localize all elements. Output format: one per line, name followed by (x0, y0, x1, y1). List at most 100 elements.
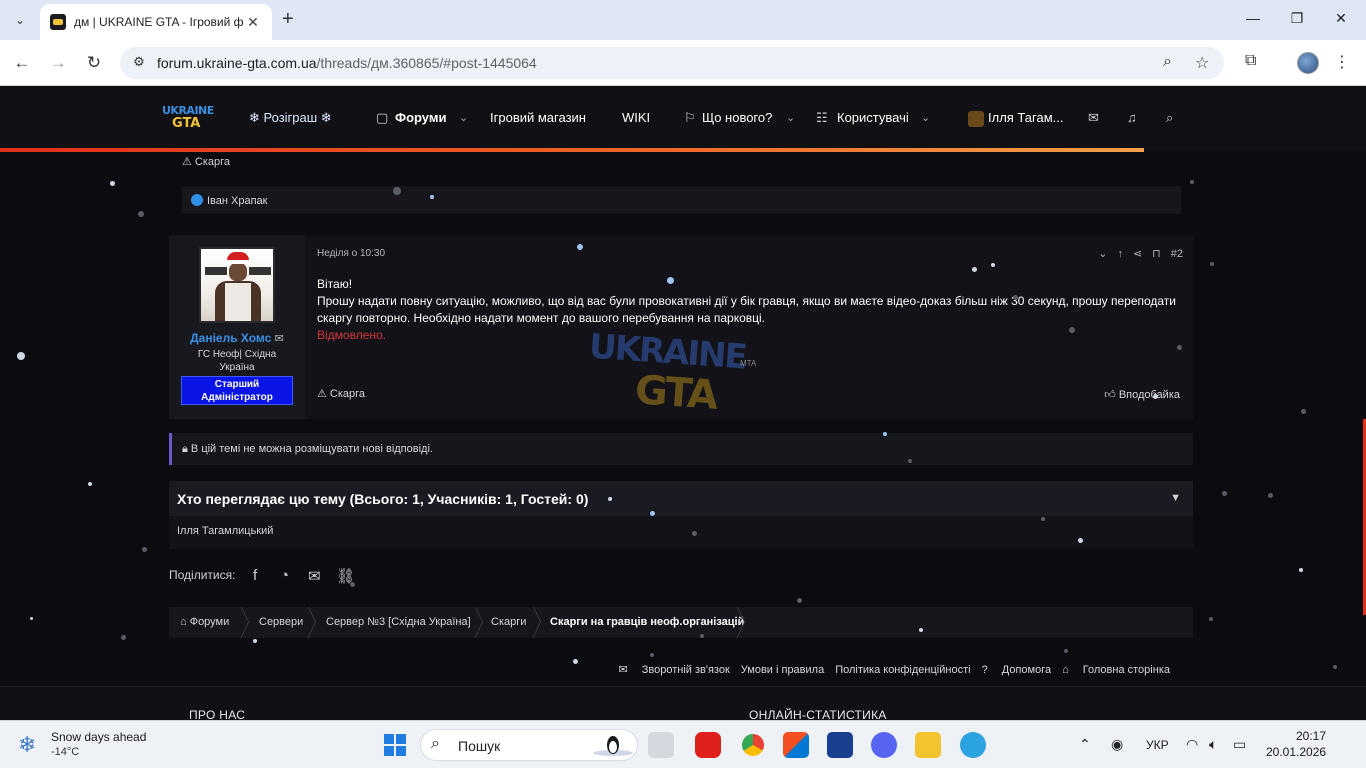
forward-arrow-icon[interactable]: → (47, 52, 69, 74)
site-info-icon[interactable]: ⚙ (130, 54, 148, 72)
breadcrumb-item-complaints[interactable]: Скарги (491, 616, 526, 628)
language-indicator[interactable]: УКР (1146, 738, 1169, 752)
snowflake (30, 617, 33, 620)
whats-new-chevron-down-icon[interactable]: ⌄ (786, 111, 795, 124)
terms-link[interactable]: Умови і правила (741, 664, 824, 676)
reaction-user[interactable]: Іван Храпак (207, 195, 267, 207)
search-icon[interactable]: ⌕ (1166, 110, 1173, 126)
help-link[interactable]: ? Допомога (982, 664, 1052, 676)
snowflake (1041, 517, 1045, 521)
alerts-bell-icon[interactable]: ♫ (1127, 110, 1137, 125)
battery-icon[interactable]: ▭ (1233, 736, 1246, 753)
clock-time[interactable]: 20:17 (1296, 729, 1326, 743)
locked-text: В цій темі не можна розміщувати нові від… (190, 443, 433, 455)
volume-icon[interactable]: 🔈︎ (1209, 736, 1217, 753)
zoom-icon[interactable]: ⌕ (1163, 53, 1172, 71)
menu-kebab-icon[interactable]: ⋮ (1334, 52, 1350, 72)
snowflake-weather-icon[interactable]: ❄ (18, 732, 36, 758)
feedback-label: Зворотній зв'язок (641, 664, 730, 676)
bookmark-star-icon[interactable]: ☆ (1195, 53, 1209, 73)
browser-tab[interactable]: дм | UKRAINE GTA - Ігровий фо ✕ (40, 4, 272, 40)
tab-search-chevron-icon[interactable]: ⌄ (8, 8, 32, 32)
taskbar-search[interactable]: ⌕ Пошук (420, 729, 638, 761)
os-taskbar: ❄ Snow days ahead -14°C ⌕ Пошук ⌃ ◉ УКР … (0, 720, 1366, 768)
app-deer-icon[interactable] (827, 732, 853, 758)
chrome-icon[interactable] (740, 732, 766, 758)
discord-icon[interactable] (871, 732, 897, 758)
snowflake (1209, 617, 1213, 621)
post-report-link[interactable]: ⚠ Скарга (317, 387, 365, 400)
nav-users[interactable]: Користувачі (837, 110, 909, 125)
youtube-icon[interactable] (695, 732, 721, 758)
tray-chevron-up-icon[interactable]: ⌃ (1079, 736, 1091, 753)
avatar[interactable] (199, 247, 275, 323)
tray-app-icon[interactable]: ◉ (1111, 736, 1123, 753)
users-chevron-down-icon[interactable]: ⌄ (921, 111, 930, 124)
message-envelope-icon[interactable]: ✉ (275, 333, 284, 345)
new-tab-plus-icon[interactable]: + (282, 9, 294, 29)
inbox-envelope-icon[interactable]: ✉ (1088, 110, 1099, 126)
close-tab-icon[interactable]: ✕ (244, 14, 262, 31)
task-view-icon[interactable] (648, 732, 674, 758)
share-icon[interactable]: ⋖ (1133, 248, 1142, 260)
nav-shop[interactable]: Ігровий магазин (490, 110, 586, 125)
viewer-name[interactable]: Ілля Тагамлицький (177, 525, 273, 537)
nav-wiki[interactable]: WIKI (622, 110, 650, 125)
file-explorer-icon[interactable] (915, 732, 941, 758)
weather-temperature[interactable]: -14°C (51, 746, 79, 758)
snowflake (692, 531, 697, 536)
avatar-plate-right (249, 267, 271, 275)
forums-chevron-down-icon[interactable]: ⌄ (459, 111, 468, 124)
facebook-icon[interactable]: f (253, 567, 257, 584)
privacy-link[interactable]: Політика конфіденційності (835, 664, 970, 676)
back-arrow-icon[interactable]: ← (11, 52, 33, 74)
reload-icon[interactable]: ↻ (83, 52, 105, 74)
collapse-caret-icon[interactable]: ▼ (1170, 492, 1181, 504)
minimize-icon[interactable]: — (1243, 10, 1263, 26)
home-link[interactable]: ⌂ Головна сторінка (1062, 664, 1170, 676)
post-number[interactable]: #2 (1171, 248, 1183, 260)
weather-title[interactable]: Snow days ahead (51, 730, 146, 744)
reaction-dropdown-icon[interactable]: ⌄ (1098, 248, 1107, 260)
nav-current-user[interactable]: Ілля Тагам... (988, 110, 1063, 125)
breadcrumb-item-forums[interactable]: ⌂ Форуми (180, 616, 229, 628)
window-close-icon[interactable]: ✕ (1331, 10, 1351, 27)
nav-giveaway[interactable]: ❄ Розіграш ❄ (249, 110, 332, 126)
prev-post-report-link[interactable]: ⚠ Скарга (182, 155, 230, 175)
extensions-puzzle-icon[interactable]: ⧉ (1245, 52, 1256, 70)
whatsapp-icon[interactable]: ◔ (280, 567, 289, 584)
snowflake (667, 277, 674, 284)
email-share-icon[interactable]: ✉ (308, 567, 321, 585)
upvote-arrow-icon[interactable]: ↑ (1117, 248, 1123, 260)
nav-whats-new[interactable]: Що нового? (702, 110, 772, 125)
snowflake (650, 653, 654, 657)
breadcrumb: ⌂ Форуми Сервери Сервер №3 [Східна Украї… (169, 607, 1193, 638)
profile-avatar[interactable] (1297, 52, 1319, 74)
snowflake (972, 267, 977, 272)
site-logo[interactable]: UKRAINE GTA (162, 104, 214, 134)
share-label: Поділитися: (169, 568, 236, 582)
restore-icon[interactable]: ❐ (1287, 10, 1307, 27)
url-text[interactable]: forum.ukraine-gta.com.ua/threads/дм.3608… (157, 55, 537, 71)
post-user-cell: Даніель Хомс ✉ ГС Неоф| Східна Україна С… (169, 235, 305, 419)
microsoft-store-icon[interactable] (783, 732, 809, 758)
current-user-avatar[interactable] (968, 111, 984, 127)
breadcrumb-item-servers[interactable]: Сервери (259, 616, 303, 628)
feedback-link[interactable]: ✉ Зворотній зв'язок (618, 664, 729, 676)
address-bar[interactable]: ⚙ forum.ukraine-gta.com.ua/threads/дм.36… (120, 47, 1224, 79)
telegram-icon[interactable] (960, 732, 986, 758)
snowflake (142, 547, 147, 552)
url-host: forum.ukraine-gta.com.ua (157, 55, 317, 71)
snowflake (138, 211, 144, 217)
bookmark-icon[interactable]: ⊓ (1152, 248, 1161, 260)
wifi-icon[interactable]: ◠ (1186, 736, 1198, 753)
nav-forums[interactable]: Форуми (395, 110, 446, 125)
breadcrumb-item-current[interactable]: Скарги на гравців неоф.організацій (550, 616, 744, 628)
clock-date[interactable]: 20.01.2026 (1266, 745, 1326, 759)
windows-start-icon[interactable] (384, 734, 406, 756)
like-button[interactable]: 👍︎ Вподобайка (1104, 388, 1180, 401)
post-username[interactable]: Даніель Хомс ✉ (169, 331, 305, 345)
breadcrumb-item-server3[interactable]: Сервер №3 [Східна Україна] (326, 616, 471, 628)
viewers-block-header[interactable]: Хто переглядає цю тему (Всього: 1, Учасн… (169, 481, 1193, 516)
post-date[interactable]: Неділя о 10:30 (317, 248, 385, 259)
